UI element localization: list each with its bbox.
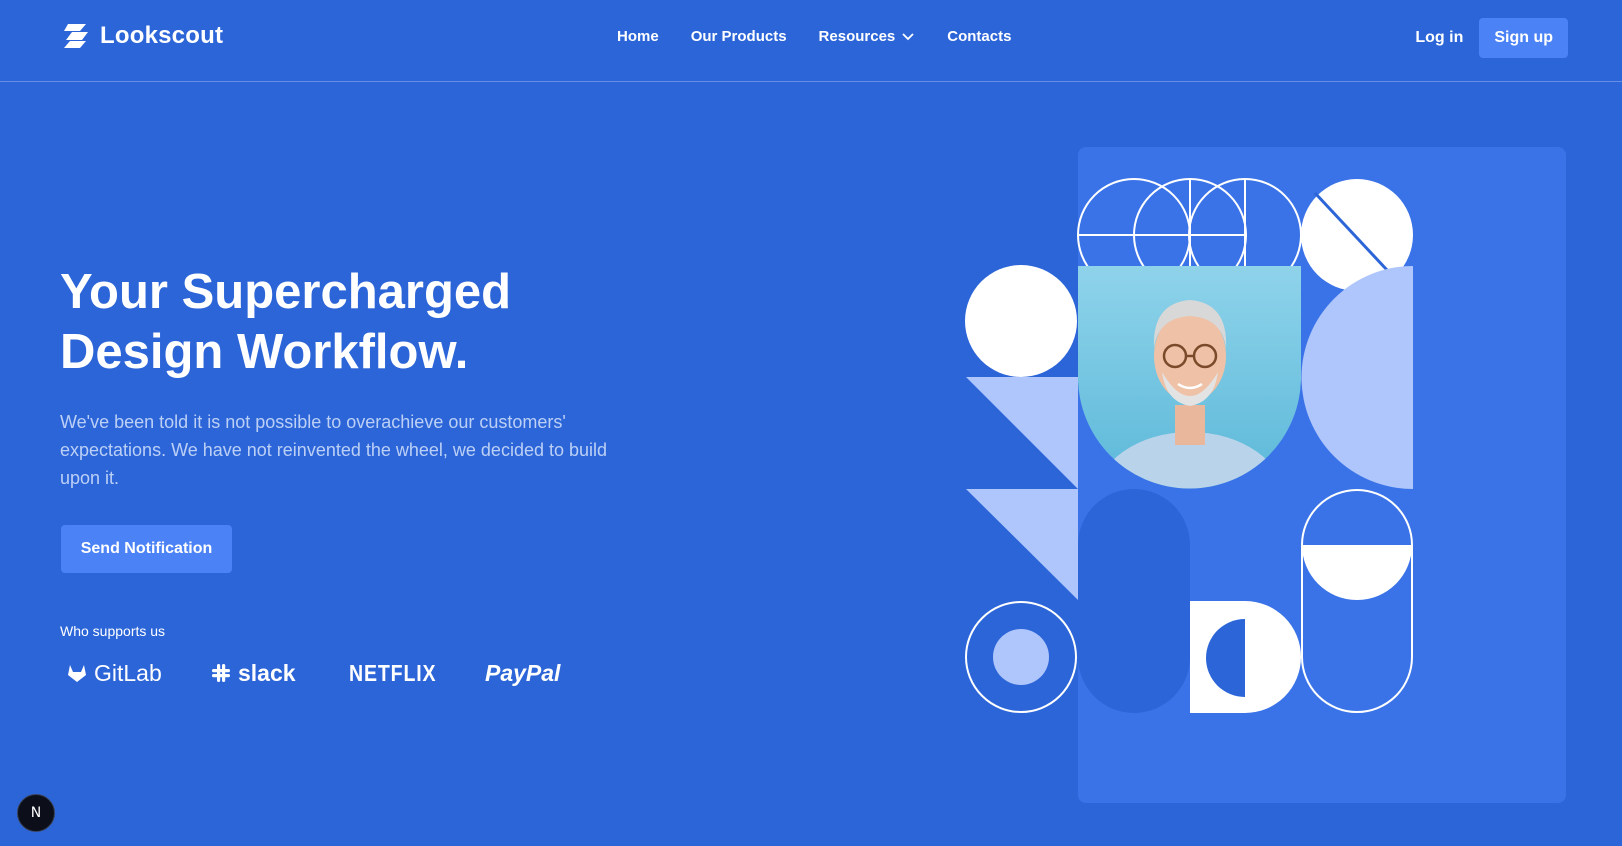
light-triangle-1	[966, 377, 1078, 489]
white-half-shape	[1190, 601, 1301, 713]
light-triangle-2	[966, 489, 1078, 600]
white-circle-left	[965, 265, 1077, 377]
dev-tools-badge[interactable]: N	[17, 794, 55, 832]
dark-capsule	[1078, 489, 1190, 713]
ring-target	[965, 601, 1077, 713]
hero-illustration	[965, 147, 1566, 803]
